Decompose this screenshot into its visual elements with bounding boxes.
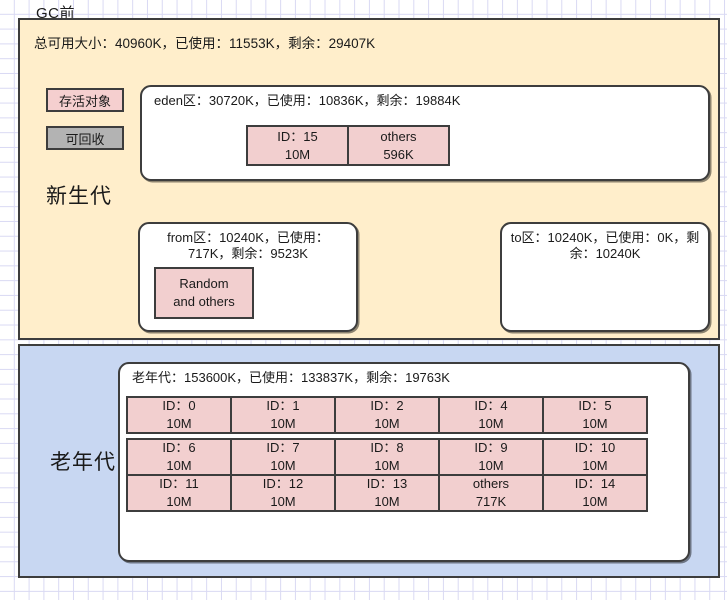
old-generation-region: 老年代：153600K，已使用：133837K，剩余：19763K ID：0 1… bbox=[118, 362, 690, 562]
legend-garbage-object: 可回收 bbox=[46, 126, 124, 150]
old-object-cell: ID：14 10M bbox=[542, 474, 648, 512]
object-id: ID：11 bbox=[159, 476, 199, 492]
object-id: ID：5 bbox=[578, 398, 612, 414]
object-size: 717K bbox=[475, 494, 507, 509]
old-generation-label: 老年代 bbox=[50, 451, 116, 474]
object-size: and others bbox=[173, 294, 235, 309]
to-region-title: to区：10240K，已使用：0K，剩余：10240K bbox=[510, 230, 700, 262]
object-id: ID：14 bbox=[574, 476, 616, 492]
object-size: 10M bbox=[270, 458, 296, 473]
object-id: ID：8 bbox=[370, 440, 404, 456]
eden-object-cell: others 596K bbox=[347, 125, 450, 166]
object-size: 10M bbox=[478, 458, 504, 473]
object-size: 10M bbox=[582, 458, 608, 473]
old-object-row: ID：6 10M ID：7 10M ID：8 10M ID：9 10M ID：1… bbox=[126, 438, 648, 476]
object-id: ID：7 bbox=[266, 440, 300, 456]
object-id: others bbox=[380, 128, 417, 144]
object-id: ID：4 bbox=[474, 398, 508, 414]
old-object-cell: ID：7 10M bbox=[230, 438, 336, 476]
old-object-row: ID：0 10M ID：1 10M ID：2 10M ID：4 10M ID：5 bbox=[126, 396, 648, 434]
eden-object-list: ID：15 10M others 596K bbox=[246, 125, 450, 166]
legend-garbage-label: 可回收 bbox=[65, 131, 105, 147]
object-size: 10M bbox=[478, 416, 504, 431]
old-object-cell: others 717K bbox=[438, 474, 544, 512]
old-object-cell: ID：10 10M bbox=[542, 438, 648, 476]
young-generation-summary: 总可用大小：40960K，已使用：11553K，剩余：29407K bbox=[34, 36, 376, 51]
object-id: ID：1 bbox=[266, 398, 300, 414]
object-size: 10M bbox=[166, 494, 192, 509]
legend-alive-object: 存活对象 bbox=[46, 88, 124, 112]
eden-region: eden区：30720K，已使用：10836K，剩余：19884K ID：15 … bbox=[140, 85, 710, 181]
eden-region-title: eden区：30720K，已使用：10836K，剩余：19884K bbox=[154, 93, 461, 108]
object-id: ID：0 bbox=[162, 398, 196, 414]
object-size: 10M bbox=[270, 416, 296, 431]
object-id: ID：10 bbox=[574, 440, 616, 456]
object-size: 10M bbox=[284, 146, 311, 162]
object-id: Random bbox=[179, 276, 229, 292]
old-object-cell: ID：4 10M bbox=[438, 396, 544, 434]
old-object-cell: ID：9 10M bbox=[438, 438, 544, 476]
old-object-cell: ID：5 10M bbox=[542, 396, 648, 434]
from-survivor-region: from区：10240K，已使用：717K，剩余：9523K Random an… bbox=[138, 222, 358, 332]
old-object-cell: ID：0 10M bbox=[126, 396, 232, 434]
object-id: ID：12 bbox=[262, 476, 304, 492]
object-id: others bbox=[472, 476, 510, 492]
object-size: 10M bbox=[270, 494, 296, 509]
object-size: 10M bbox=[166, 416, 192, 431]
eden-object-cell: ID：15 10M bbox=[246, 125, 349, 166]
diagram-canvas: GC前 总可用大小：40960K，已使用：11553K，剩余：29407K 存活… bbox=[0, 0, 727, 600]
from-object-cell: Random and others bbox=[154, 267, 254, 319]
old-object-row: ID：11 10M ID：12 10M ID：13 10M others 717… bbox=[126, 474, 648, 512]
young-generation-container: 总可用大小：40960K，已使用：11553K，剩余：29407K 存活对象 可… bbox=[18, 18, 720, 340]
object-id: ID：2 bbox=[370, 398, 404, 414]
old-object-cell: ID：12 10M bbox=[230, 474, 336, 512]
object-size: 596K bbox=[383, 146, 414, 162]
object-id: ID：6 bbox=[162, 440, 196, 456]
object-size: 10M bbox=[374, 458, 400, 473]
object-size: 10M bbox=[582, 494, 608, 509]
object-size: 10M bbox=[374, 416, 400, 431]
object-id: ID：15 bbox=[277, 128, 318, 144]
old-object-cell: ID：2 10M bbox=[334, 396, 440, 434]
old-region-title: 老年代：153600K，已使用：133837K，剩余：19763K bbox=[132, 370, 450, 385]
from-region-title: from区：10240K，已使用：717K，剩余：9523K bbox=[167, 230, 329, 262]
old-object-cell: ID：11 10M bbox=[126, 474, 232, 512]
old-object-cell: ID：6 10M bbox=[126, 438, 232, 476]
object-id: ID：9 bbox=[474, 440, 508, 456]
object-size: 10M bbox=[582, 416, 608, 431]
young-generation-label: 新生代 bbox=[46, 185, 112, 208]
old-generation-object-grid: ID：0 10M ID：1 10M ID：2 10M ID：4 10M ID：5 bbox=[126, 396, 648, 512]
object-id: ID：13 bbox=[366, 476, 408, 492]
old-object-cell: ID：13 10M bbox=[334, 474, 440, 512]
old-object-cell: ID：8 10M bbox=[334, 438, 440, 476]
object-size: 10M bbox=[166, 458, 192, 473]
object-size: 10M bbox=[374, 494, 400, 509]
old-object-cell: ID：1 10M bbox=[230, 396, 336, 434]
to-survivor-region: to区：10240K，已使用：0K，剩余：10240K bbox=[500, 222, 710, 332]
legend-alive-label: 存活对象 bbox=[58, 93, 111, 109]
